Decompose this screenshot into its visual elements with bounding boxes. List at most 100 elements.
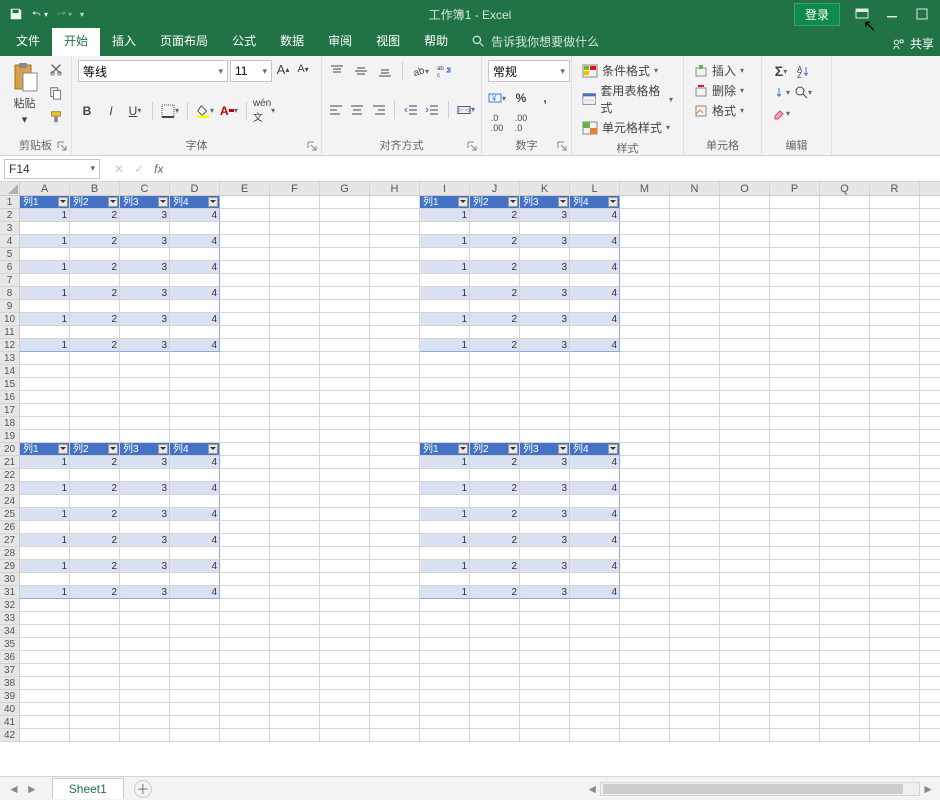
cell[interactable] xyxy=(570,352,620,365)
cell[interactable] xyxy=(870,352,920,365)
cell[interactable] xyxy=(570,248,620,261)
comma-icon[interactable]: , xyxy=(536,89,554,107)
cell[interactable] xyxy=(320,586,370,599)
row-header[interactable]: 6 xyxy=(0,261,20,274)
cell[interactable] xyxy=(370,625,420,638)
cell[interactable] xyxy=(870,482,920,495)
cell[interactable] xyxy=(870,222,920,235)
cell[interactable]: 列3 xyxy=(520,443,570,456)
cell[interactable] xyxy=(20,352,70,365)
cell[interactable] xyxy=(20,703,70,716)
cell[interactable]: 4 xyxy=(170,534,220,547)
cell[interactable] xyxy=(120,274,170,287)
cell[interactable] xyxy=(770,495,820,508)
cell[interactable] xyxy=(270,248,320,261)
cell[interactable] xyxy=(220,326,270,339)
cell[interactable]: 列1 xyxy=(420,443,470,456)
cell[interactable] xyxy=(570,729,620,742)
cell[interactable] xyxy=(70,651,120,664)
cell[interactable] xyxy=(670,469,720,482)
cell[interactable] xyxy=(220,378,270,391)
bold-button[interactable]: B xyxy=(78,102,96,120)
cell[interactable] xyxy=(520,248,570,261)
row-header[interactable]: 25 xyxy=(0,508,20,521)
cell[interactable] xyxy=(220,443,270,456)
cell[interactable] xyxy=(220,664,270,677)
cell[interactable] xyxy=(420,651,470,664)
cut-icon[interactable] xyxy=(47,60,65,78)
cell[interactable] xyxy=(670,547,720,560)
cell[interactable] xyxy=(770,430,820,443)
cell[interactable] xyxy=(320,326,370,339)
cell[interactable]: 1 xyxy=(420,235,470,248)
cell[interactable] xyxy=(520,599,570,612)
cell[interactable] xyxy=(820,638,870,651)
copy-icon[interactable] xyxy=(47,84,65,102)
cell[interactable] xyxy=(920,378,940,391)
cell[interactable] xyxy=(670,638,720,651)
cell[interactable] xyxy=(720,586,770,599)
row-header[interactable]: 4 xyxy=(0,235,20,248)
cell[interactable] xyxy=(370,573,420,586)
cell[interactable] xyxy=(770,352,820,365)
cell[interactable] xyxy=(670,339,720,352)
cell[interactable] xyxy=(220,391,270,404)
cell[interactable] xyxy=(670,235,720,248)
cell[interactable]: 2 xyxy=(470,482,520,495)
row-header[interactable]: 15 xyxy=(0,378,20,391)
login-button[interactable]: 登录 xyxy=(794,3,840,26)
cell[interactable] xyxy=(570,612,620,625)
cell[interactable] xyxy=(820,274,870,287)
cell[interactable] xyxy=(670,443,720,456)
cell[interactable] xyxy=(770,625,820,638)
cell[interactable] xyxy=(720,573,770,586)
cell[interactable]: 4 xyxy=(570,456,620,469)
align-left-icon[interactable] xyxy=(328,101,343,119)
cell[interactable] xyxy=(920,716,940,729)
cell[interactable] xyxy=(870,638,920,651)
cell[interactable] xyxy=(420,677,470,690)
font-color-button[interactable]: A▾ xyxy=(220,102,238,120)
cell[interactable] xyxy=(820,443,870,456)
cell[interactable]: 4 xyxy=(570,534,620,547)
cell[interactable]: 列4 xyxy=(570,443,620,456)
cell[interactable]: 列1 xyxy=(420,196,470,209)
cell[interactable] xyxy=(320,443,370,456)
cell[interactable] xyxy=(920,560,940,573)
column-header[interactable]: B xyxy=(70,182,120,196)
cell[interactable] xyxy=(870,261,920,274)
cell[interactable] xyxy=(770,235,820,248)
cell[interactable] xyxy=(820,456,870,469)
cell[interactable] xyxy=(670,612,720,625)
row-header[interactable]: 20 xyxy=(0,443,20,456)
cell[interactable] xyxy=(20,417,70,430)
cell[interactable] xyxy=(170,521,220,534)
cell[interactable] xyxy=(770,339,820,352)
cell[interactable] xyxy=(70,716,120,729)
cell[interactable] xyxy=(920,469,940,482)
cell[interactable] xyxy=(170,352,220,365)
cell[interactable] xyxy=(570,716,620,729)
row-header[interactable]: 5 xyxy=(0,248,20,261)
cell[interactable] xyxy=(220,430,270,443)
cell[interactable] xyxy=(770,573,820,586)
cell[interactable] xyxy=(770,326,820,339)
cell[interactable] xyxy=(570,300,620,313)
cell[interactable] xyxy=(720,469,770,482)
cell[interactable] xyxy=(220,508,270,521)
cell[interactable] xyxy=(70,417,120,430)
cell[interactable] xyxy=(670,222,720,235)
cell[interactable] xyxy=(370,443,420,456)
cell[interactable]: 3 xyxy=(120,586,170,599)
column-header[interactable]: I xyxy=(420,182,470,196)
cell[interactable]: 4 xyxy=(170,261,220,274)
cell[interactable] xyxy=(170,573,220,586)
cell[interactable] xyxy=(620,508,670,521)
cell[interactable] xyxy=(820,261,870,274)
cell[interactable] xyxy=(570,677,620,690)
cell[interactable] xyxy=(370,729,420,742)
cell[interactable] xyxy=(820,196,870,209)
cell[interactable] xyxy=(620,495,670,508)
cell[interactable] xyxy=(120,703,170,716)
cell[interactable] xyxy=(270,209,320,222)
